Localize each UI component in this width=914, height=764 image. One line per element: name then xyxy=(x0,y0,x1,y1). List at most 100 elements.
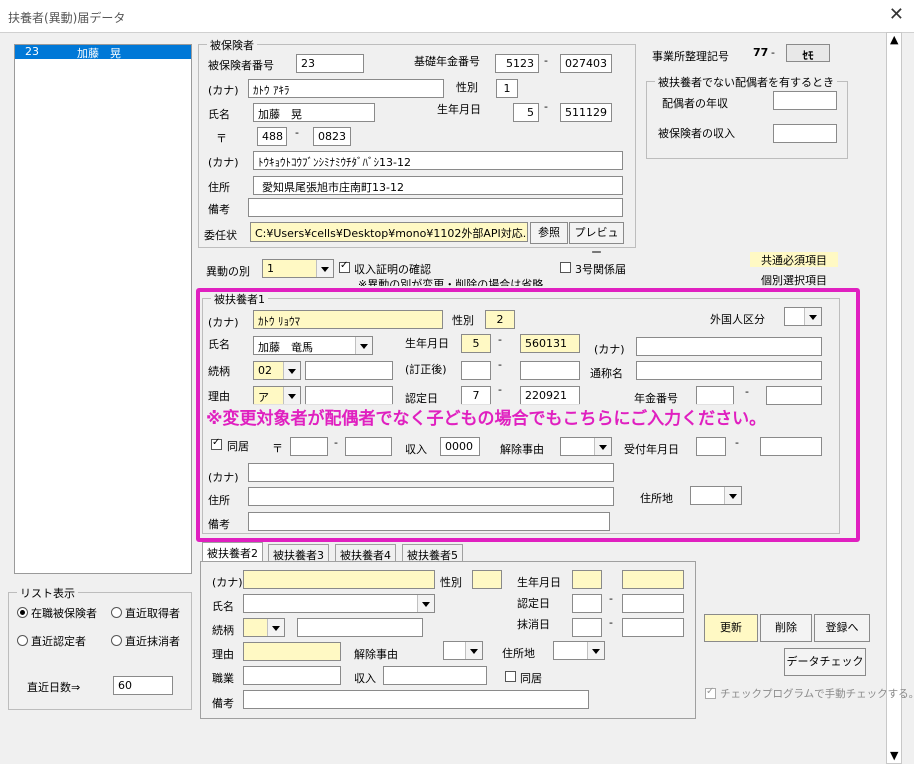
insured-kana-input[interactable]: ｶﾄｳ ｱｷﾗ xyxy=(248,79,444,98)
dep2-cancel-select[interactable] xyxy=(443,641,483,660)
insured-addr-kana-input[interactable]: ﾄｳｷｮｳﾄｺｳﾌﾞﾝｼﾐﾅﾐｳﾁﾀﾞﾊﾞｼ13-12 xyxy=(253,151,623,170)
dep2-cert-input-2[interactable] xyxy=(622,594,684,613)
dep1-zip-input-2[interactable] xyxy=(345,437,392,456)
dep1-received-input-1[interactable] xyxy=(696,437,726,456)
dep1-relation-text[interactable] xyxy=(305,361,393,380)
chevron-down-icon[interactable] xyxy=(417,595,434,612)
dep1-addr-kana-input[interactable] xyxy=(248,463,614,482)
close-icon[interactable]: ✕ xyxy=(889,4,904,25)
dep2-reason-input[interactable] xyxy=(243,642,341,661)
delete-button[interactable]: 削除 xyxy=(760,614,812,642)
insured-addr-input[interactable]: 愛知県尾張旭市庄南町13-12 xyxy=(253,176,623,195)
tab-dependent5[interactable]: 被扶養者5 xyxy=(402,544,463,562)
dep1-alias-input[interactable] xyxy=(636,361,822,380)
chevron-down-icon[interactable] xyxy=(804,308,821,325)
insured-list[interactable]: 23 加藤 晃 xyxy=(14,44,192,574)
list-item[interactable]: 23 加藤 晃 xyxy=(15,45,191,60)
dep1-remark-input[interactable] xyxy=(248,512,610,531)
dep2-relation-select[interactable] xyxy=(243,618,285,637)
scroll-down-icon[interactable]: ▼ xyxy=(890,749,898,762)
dep1-addr-input[interactable] xyxy=(248,487,614,506)
dep2-kana-input[interactable] xyxy=(243,570,435,589)
browse-button[interactable]: 参照 xyxy=(530,222,568,244)
register-button[interactable]: 登録へ xyxy=(814,614,870,642)
dep1-foreign-select[interactable] xyxy=(784,307,822,326)
insured-birth-input-1[interactable]: 5 xyxy=(513,103,539,122)
dep2-sex-input[interactable] xyxy=(472,570,502,589)
insured-sex-input[interactable]: 1 xyxy=(496,79,518,98)
dep1-reason-select[interactable]: ア xyxy=(253,386,301,405)
dep2-addr-place-select[interactable] xyxy=(553,641,605,660)
chevron-down-icon[interactable] xyxy=(283,387,300,404)
dep1-kana2-input[interactable] xyxy=(636,337,822,356)
tab-dependent2[interactable]: 被扶養者2 xyxy=(202,542,263,562)
dep1-reason-text[interactable] xyxy=(305,386,393,405)
dep1-sex-input[interactable]: 2 xyxy=(485,310,515,329)
chevron-down-icon[interactable] xyxy=(594,438,611,455)
dep1-livewith-checkbox[interactable] xyxy=(211,437,222,450)
dep2-income-input[interactable] xyxy=(383,666,487,685)
insured-income-input[interactable] xyxy=(773,124,837,143)
dep2-erase-input-1[interactable] xyxy=(572,618,602,637)
dep2-job-input[interactable] xyxy=(243,666,341,685)
dep1-zip-input-1[interactable] xyxy=(290,437,328,456)
dep1-received-input-2[interactable] xyxy=(760,437,822,456)
manual-check-checkbox[interactable] xyxy=(705,686,716,699)
dep1-pension-input-2[interactable] xyxy=(766,386,822,405)
radio-recent-erased[interactable] xyxy=(111,635,122,646)
chevron-down-icon[interactable] xyxy=(465,642,482,659)
dep2-remark-input[interactable] xyxy=(243,690,589,709)
tab-dependent4[interactable]: 被扶養者4 xyxy=(335,544,396,562)
dep1-birth-input-2[interactable]: 560131 xyxy=(520,334,580,353)
pension-number-input-2[interactable]: 027403 xyxy=(560,54,612,73)
dep1-cancel-select[interactable] xyxy=(560,437,612,456)
insured-name-input[interactable]: 加藤 晃 xyxy=(253,103,375,122)
dep1-corrected-input-2[interactable] xyxy=(520,361,580,380)
pension-number-input-1[interactable]: 5123 xyxy=(495,54,539,73)
insured-birth-input-2[interactable]: 511129 xyxy=(560,103,612,122)
form3-checkbox[interactable] xyxy=(560,262,571,273)
dep1-corrected-input-1[interactable] xyxy=(461,361,491,380)
dep1-income-input[interactable]: 0000 xyxy=(440,437,480,456)
dep1-kana-input[interactable]: ｶﾄｳ ﾘｮｳﾏ xyxy=(253,310,443,329)
income-cert-checkbox[interactable] xyxy=(339,260,350,273)
chevron-down-icon[interactable] xyxy=(587,642,604,659)
chevron-down-icon[interactable] xyxy=(283,362,300,379)
update-button[interactable]: 更新 xyxy=(704,614,758,642)
insured-zip-input-2[interactable]: 0823 xyxy=(313,127,351,146)
insured-remark-input[interactable] xyxy=(248,198,623,217)
dep1-name-select[interactable]: 加藤 竜馬 xyxy=(253,336,373,355)
vertical-scrollbar[interactable]: ▲ ▼ xyxy=(886,32,902,764)
recent-days-input[interactable]: 60 xyxy=(113,676,173,695)
dep2-relation-text[interactable] xyxy=(297,618,423,637)
spouse-annual-input[interactable] xyxy=(773,91,837,110)
dep1-birth-input-1[interactable]: 5 xyxy=(461,334,491,353)
chevron-down-icon[interactable] xyxy=(724,487,741,504)
dep1-addr-place-select[interactable] xyxy=(690,486,742,505)
insured-number-input[interactable]: 23 xyxy=(296,54,364,73)
chevron-down-icon[interactable] xyxy=(267,619,284,636)
radio-recent-acquired[interactable] xyxy=(111,607,122,618)
dep1-cert-input-2[interactable]: 220921 xyxy=(520,386,580,405)
radio-recent-certified[interactable] xyxy=(17,635,28,646)
tab-dependent3[interactable]: 被扶養者3 xyxy=(268,544,329,562)
dep2-birth-input-1[interactable] xyxy=(572,570,602,589)
chevron-down-icon[interactable] xyxy=(316,260,333,277)
change-type-select[interactable]: 1 xyxy=(262,259,334,278)
dep2-erase-input-2[interactable] xyxy=(622,618,684,637)
dep1-relation-select[interactable]: 02 xyxy=(253,361,301,380)
dep1-cert-input-1[interactable]: 7 xyxy=(461,386,491,405)
dep1-pension-input-1[interactable] xyxy=(696,386,734,405)
insured-birth-label: 生年月日 xyxy=(437,103,481,116)
dep2-birth-input-2[interactable] xyxy=(622,570,684,589)
dep2-livewith-checkbox[interactable] xyxy=(505,671,516,682)
dep2-name-select[interactable] xyxy=(243,594,435,613)
scroll-up-icon[interactable]: ▲ xyxy=(890,33,898,46)
radio-active-insured[interactable] xyxy=(17,607,28,618)
chevron-down-icon[interactable] xyxy=(355,337,372,354)
datacheck-button[interactable]: データチェック xyxy=(784,648,866,676)
proxy-path-input[interactable]: C:¥Users¥cells¥Desktop¥mono¥1102外部API対応.… xyxy=(250,222,528,242)
preview-button[interactable]: プレビュー xyxy=(569,222,624,259)
dep2-cert-input-1[interactable] xyxy=(572,594,602,613)
insured-zip-input-1[interactable]: 488 xyxy=(257,127,287,146)
